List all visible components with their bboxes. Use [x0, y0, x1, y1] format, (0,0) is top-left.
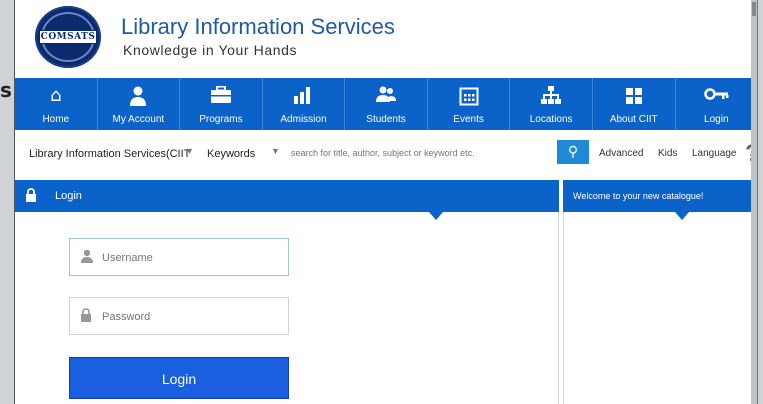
library-select[interactable]: Library Information Services(CIIT — [29, 148, 190, 160]
browser-content: COMSATS Library Information Services Kno… — [14, 0, 758, 404]
field-select-caret-icon[interactable]: ▼ — [271, 146, 280, 156]
nav-label: Locations — [529, 114, 573, 125]
search-field-select[interactable]: Keywords — [207, 148, 255, 160]
main-nav: ⌂ Home My Account Programs Admission Stu… — [15, 78, 757, 130]
comsats-logo[interactable]: COMSATS — [35, 6, 101, 68]
site-tagline: Knowledge in Your Hands — [123, 42, 298, 58]
search-button[interactable]: ⚲ — [557, 140, 589, 164]
nav-item-home[interactable]: ⌂ Home — [15, 78, 98, 130]
nav-label: Events — [453, 114, 484, 125]
page-edge-char: s — [0, 78, 12, 102]
nav-label: About CIIT — [609, 114, 658, 125]
site-header: COMSATS Library Information Services Kno… — [15, 0, 757, 78]
advanced-link[interactable]: Advanced — [599, 148, 643, 159]
language-link[interactable]: Language — [692, 148, 737, 159]
nav-item-students[interactable]: Students — [345, 78, 428, 130]
key-icon — [704, 86, 729, 106]
login-panel-title: Login — [55, 190, 82, 202]
nav-item-about[interactable]: About CIIT — [593, 78, 676, 130]
calendar-icon — [457, 86, 481, 106]
welcome-panel-body — [563, 212, 757, 404]
grid-icon — [622, 86, 646, 106]
nav-label: Login — [704, 114, 729, 125]
lock-icon — [80, 308, 92, 326]
welcome-panel-header: Welcome to your new catalogue! — [563, 180, 757, 220]
logo-text: COMSATS — [39, 30, 97, 44]
user-icon — [126, 86, 150, 106]
nav-label: Programs — [199, 114, 243, 125]
search-bar: Library Information Services(CIIT ▼ Keyw… — [15, 130, 757, 178]
site-title: Library Information Services — [121, 14, 395, 39]
lock-icon — [25, 188, 37, 206]
password-input[interactable] — [100, 306, 284, 328]
welcome-title: Welcome to your new catalogue! — [573, 191, 704, 201]
users-icon — [374, 86, 398, 106]
nav-label: Home — [42, 114, 70, 125]
nav-item-admission[interactable]: Admission — [263, 78, 346, 130]
nav-item-login[interactable]: Login — [676, 78, 758, 130]
bar-chart-icon — [291, 86, 315, 106]
username-field[interactable] — [69, 238, 289, 276]
briefcase-icon — [209, 85, 233, 106]
sitemap-icon — [539, 86, 563, 106]
search-input[interactable] — [285, 142, 555, 164]
scrollbar[interactable] — [751, 0, 757, 404]
scrollbar-thumb[interactable] — [752, 2, 756, 16]
nav-label: Admission — [280, 114, 327, 125]
user-icon — [80, 249, 94, 267]
search-icon: ⚲ — [567, 144, 579, 160]
nav-item-my-account[interactable]: My Account — [98, 78, 181, 130]
nav-label: Students — [366, 114, 406, 125]
library-select-caret-icon[interactable]: ▼ — [185, 146, 194, 156]
nav-item-events[interactable]: Events — [428, 78, 511, 130]
nav-item-programs[interactable]: Programs — [180, 78, 263, 130]
kids-link[interactable]: Kids — [658, 148, 677, 159]
login-panel-header: Login — [15, 180, 559, 220]
home-icon: ⌂ — [50, 85, 62, 106]
username-input[interactable] — [100, 247, 284, 269]
login-button[interactable]: Login — [69, 357, 289, 399]
password-field[interactable] — [69, 297, 289, 335]
nav-item-locations[interactable]: Locations — [510, 78, 593, 130]
nav-label: My Account — [112, 114, 165, 125]
